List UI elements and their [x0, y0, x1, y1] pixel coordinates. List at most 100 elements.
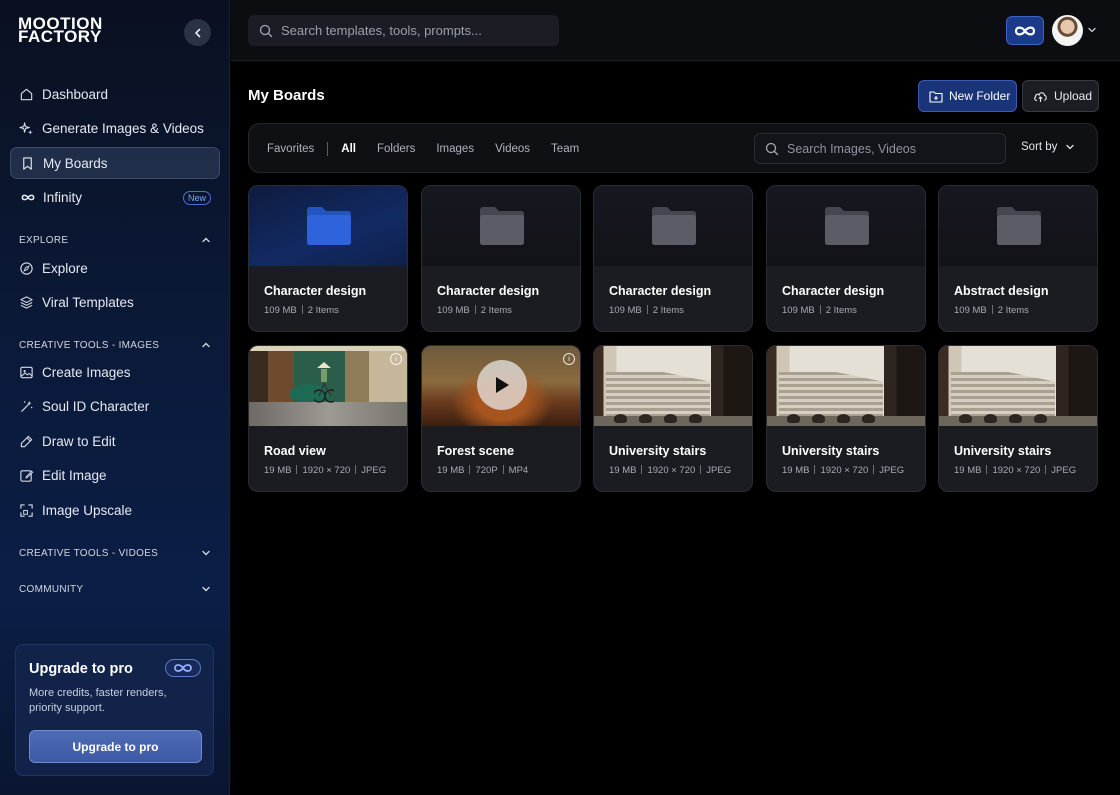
thumbnail-shrub — [639, 414, 652, 423]
chevron-down-icon — [1066, 144, 1075, 150]
card-meta: 109 MB 2 Items — [264, 305, 339, 316]
thumbnail-shrub — [1009, 414, 1022, 423]
thumbnail-shrub — [959, 414, 972, 423]
infinity-icon — [21, 194, 35, 201]
section-images-title: CREATIVE TOOLS - IMAGES — [19, 339, 160, 351]
meta-divider — [646, 305, 648, 314]
thumbnail-shrub — [837, 414, 850, 423]
folder-icon — [997, 207, 1041, 245]
sidebar-item-label: Viral Templates — [42, 295, 134, 310]
sort-by-dropdown[interactable]: Sort by — [1021, 141, 1075, 153]
sidebar-item-explore[interactable]: Explore — [10, 252, 220, 284]
card-meta: 19 MB 1920 × 720 JPEG — [609, 465, 731, 476]
thumbnail-shrub — [862, 414, 875, 423]
info-icon[interactable]: i — [390, 353, 402, 365]
play-button[interactable] — [477, 360, 527, 410]
card-meta: 19 MB 1920 × 720 JPEG — [782, 465, 904, 476]
sidebar-item-dashboard[interactable]: Dashboard — [10, 78, 220, 110]
sort-by-label: Sort by — [1021, 141, 1058, 153]
meta-divider — [991, 305, 993, 314]
upload-button[interactable]: Upload — [1022, 80, 1099, 112]
folder-icon — [480, 207, 524, 245]
top-bar — [231, 0, 1120, 61]
folder-card[interactable]: Character design 109 MB 2 Items — [248, 185, 408, 332]
global-search[interactable] — [248, 15, 559, 46]
sidebar-item-viral-templates[interactable]: Viral Templates — [10, 287, 220, 319]
media-thumbnail: i — [249, 346, 407, 426]
global-search-input[interactable] — [281, 23, 551, 38]
folder-card[interactable]: Character design 109 MB 2 Items — [593, 185, 753, 332]
meta-divider — [873, 465, 875, 474]
page-title: My Boards — [248, 87, 325, 104]
media-thumbnail: i — [422, 346, 580, 426]
compass-icon — [20, 261, 33, 275]
section-explore-toggle[interactable]: EXPLORE — [19, 232, 211, 248]
media-card[interactable]: University stairs 19 MB 1920 × 720 JPEG — [938, 345, 1098, 492]
sidebar-item-generate[interactable]: Generate Images & Videos — [10, 113, 220, 145]
brand-logo[interactable]: MOOTION FACTORY — [18, 15, 143, 45]
filter-all[interactable]: All — [341, 143, 356, 155]
chevron-up-icon — [202, 237, 210, 243]
card-size: 109 MB — [609, 305, 642, 316]
media-search[interactable] — [754, 133, 1006, 164]
user-avatar[interactable] — [1052, 15, 1083, 46]
media-card[interactable]: i Road view 19 MB 1920 × 720 JPEG — [248, 345, 408, 492]
media-card[interactable]: University stairs 19 MB 1920 × 720 JPEG — [593, 345, 753, 492]
card-format: JPEG — [361, 465, 387, 476]
thumbnail-shrub — [689, 414, 702, 423]
card-resolution: 1920 × 720 — [302, 465, 351, 476]
sidebar-item-image-upscale[interactable]: Image Upscale — [10, 494, 220, 526]
folder-icon — [652, 207, 696, 245]
card-resolution: 720P — [475, 465, 498, 476]
sidebar-item-infinity[interactable]: Infinity New — [10, 182, 220, 214]
pen-icon — [20, 435, 33, 447]
section-community-toggle[interactable]: COMMUNITY — [19, 581, 211, 597]
new-folder-button[interactable]: New Folder — [918, 80, 1017, 112]
card-meta: 109 MB 2 Items — [954, 305, 1029, 316]
thumbnail-road — [249, 402, 407, 426]
sidebar-item-my-boards[interactable]: My Boards — [10, 147, 220, 179]
filter-bar: Favorites All Folders Images Videos Team… — [248, 123, 1098, 173]
thumbnail-stairs — [779, 372, 883, 420]
meta-divider — [814, 465, 816, 474]
card-title: Character design — [264, 284, 367, 298]
card-size: 19 MB — [264, 465, 292, 476]
upload-label: Upload — [1054, 89, 1093, 103]
sidebar-item-draw-to-edit[interactable]: Draw to Edit — [10, 425, 220, 457]
info-icon[interactable]: i — [563, 353, 575, 365]
filter-folders[interactable]: Folders — [377, 143, 415, 155]
sidebar-item-create-images[interactable]: Create Images — [10, 356, 220, 388]
filter-videos[interactable]: Videos — [495, 143, 530, 155]
upgrade-title: Upgrade to pro — [29, 661, 133, 677]
card-meta: 109 MB 2 Items — [782, 305, 857, 316]
filter-divider — [327, 142, 329, 156]
images-tools-nav: Create Images Soul ID Character Draw to … — [10, 356, 220, 526]
meta-divider — [296, 465, 298, 474]
media-card[interactable]: University stairs 19 MB 1920 × 720 JPEG — [766, 345, 926, 492]
media-card[interactable]: i Forest scene 19 MB 720P MP4 — [421, 345, 581, 492]
folder-thumbnail — [939, 186, 1097, 266]
meta-divider — [355, 465, 357, 474]
media-search-input[interactable] — [787, 141, 997, 156]
folder-card[interactable]: Abstract design 109 MB 2 Items — [938, 185, 1098, 332]
folder-card[interactable]: Character design 109 MB 2 Items — [421, 185, 581, 332]
cloud-upload-icon — [1034, 91, 1047, 102]
filter-team[interactable]: Team — [551, 143, 579, 155]
upgrade-to-pro-button[interactable]: Upgrade to pro — [29, 730, 202, 763]
section-videos-toggle[interactable]: CREATIVE TOOLS - VIDOES — [19, 545, 211, 561]
sidebar-item-edit-image[interactable]: Edit Image — [10, 460, 220, 492]
sidebar-item-soul-id[interactable]: Soul ID Character — [10, 391, 220, 423]
new-badge: New — [182, 190, 211, 205]
bookmark-icon — [23, 156, 32, 170]
folder-thumbnail — [594, 186, 752, 266]
section-images-toggle[interactable]: CREATIVE TOOLS - IMAGES — [19, 337, 211, 353]
folder-card[interactable]: Character design 109 MB 2 Items — [766, 185, 926, 332]
chevron-down-icon[interactable] — [1087, 25, 1097, 35]
collapse-sidebar-button[interactable] — [184, 19, 211, 46]
filter-images[interactable]: Images — [436, 143, 474, 155]
card-meta: 109 MB 2 Items — [437, 305, 512, 316]
main-content: My Boards New Folder Upload Favorites Al… — [231, 62, 1120, 795]
infinity-button[interactable] — [1006, 16, 1044, 45]
new-folder-label: New Folder — [949, 89, 1011, 103]
filter-favorites[interactable]: Favorites — [267, 143, 314, 155]
